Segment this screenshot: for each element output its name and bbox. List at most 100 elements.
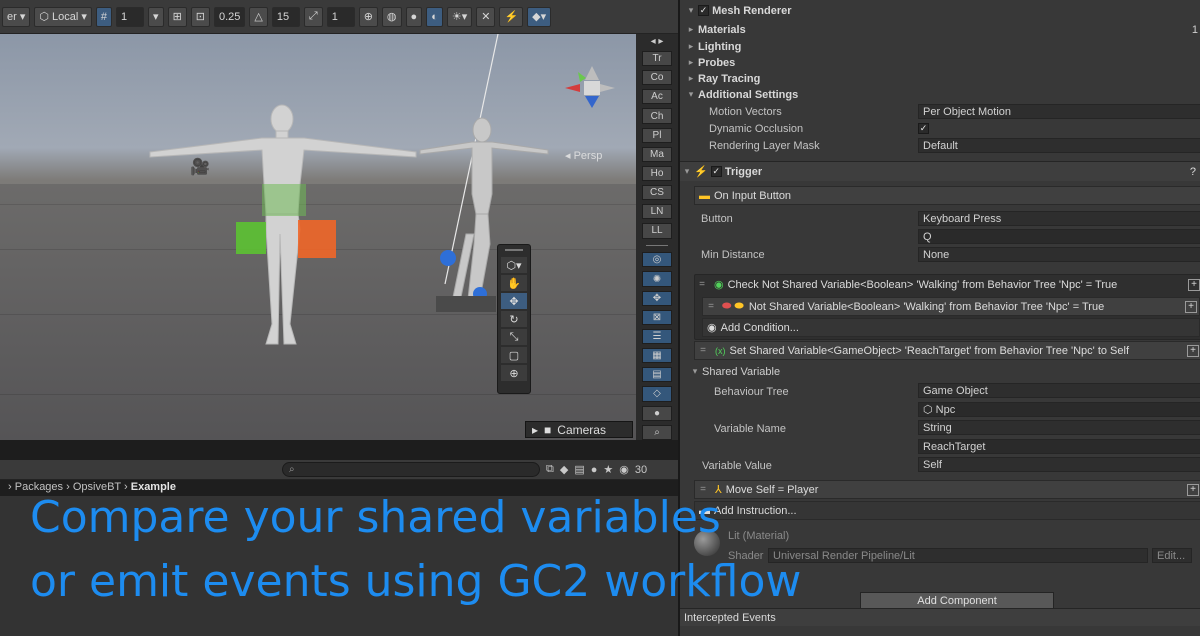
- persp-label[interactable]: ◂ Persp: [565, 149, 602, 162]
- add-icon[interactable]: +: [1188, 278, 1200, 291]
- effects-icon[interactable]: ✕: [476, 6, 496, 27]
- move-arrows-icon[interactable]: ✥: [642, 290, 672, 306]
- type-icon[interactable]: ▤: [574, 463, 584, 476]
- drag-handle[interactable]: [505, 249, 523, 251]
- add-component-button[interactable]: Add Component: [860, 592, 1054, 609]
- overlay-btn-ln[interactable]: LN: [642, 204, 672, 220]
- label-icon[interactable]: ◆: [560, 463, 568, 476]
- overlay-btn-pl[interactable]: Pl: [642, 127, 672, 143]
- add-icon[interactable]: +: [1187, 483, 1199, 496]
- set-variable-instruction[interactable]: = (x) Set Shared Variable<GameObject> 'R…: [694, 341, 1200, 360]
- add-icon[interactable]: +: [1187, 344, 1199, 357]
- lit-icon[interactable]: ◐: [426, 6, 443, 27]
- behaviour-tree-dropdown[interactable]: Game Object: [918, 383, 1200, 398]
- section-probes[interactable]: ▸ Probes: [680, 54, 1200, 71]
- warning-icon[interactable]: ●: [591, 464, 598, 476]
- overlay-btn-ma[interactable]: Ma: [642, 146, 672, 162]
- sliders-icon[interactable]: ☰: [642, 328, 672, 345]
- cube-icon: ⬡: [39, 11, 49, 23]
- grid-dropdown[interactable]: ▾: [148, 6, 164, 27]
- layers-icon[interactable]: ▤: [642, 367, 672, 383]
- condition-item[interactable]: = ⬬ ⬬ Not Shared Variable<Boolean> 'Walk…: [702, 297, 1200, 316]
- diamond-icon[interactable]: ◇: [642, 386, 672, 402]
- shared-variable-foldout[interactable]: ▾ Shared Variable: [680, 363, 1200, 380]
- scale-snap-value[interactable]: 1: [326, 6, 355, 27]
- section-lighting[interactable]: ▸ Lighting: [680, 38, 1200, 55]
- gizmos-icon[interactable]: ◆▾: [527, 6, 552, 27]
- dynamic-occlusion-checkbox[interactable]: ✓: [918, 123, 929, 134]
- drag-handle[interactable]: [646, 244, 668, 247]
- min-distance-dropdown[interactable]: None: [918, 247, 1200, 262]
- space-dropdown[interactable]: ⬡ Local ▾: [34, 6, 92, 27]
- grid-value[interactable]: 1: [116, 6, 145, 27]
- trigger-header[interactable]: ▾ ⚡ ✓ Trigger ?: [680, 161, 1200, 181]
- drag-handle-icon[interactable]: =: [695, 345, 711, 356]
- transform-icon[interactable]: ⊕: [501, 365, 527, 381]
- shaded-icon[interactable]: ●: [405, 6, 423, 27]
- hand-icon[interactable]: ✋: [501, 275, 527, 291]
- grid-pattern-icon[interactable]: ▦: [642, 348, 672, 364]
- magnify-icon[interactable]: ⌕: [642, 424, 672, 440]
- star-icon[interactable]: ★: [603, 463, 613, 476]
- overlay-btn-co[interactable]: Co: [642, 70, 672, 86]
- globe-icon[interactable]: ⊕: [358, 6, 378, 27]
- move-icon[interactable]: ✥: [501, 293, 527, 309]
- drag-handle-icon[interactable]: =: [694, 279, 710, 290]
- overlay-btn-ch[interactable]: Ch: [642, 108, 672, 124]
- toggle-off-icon[interactable]: ⬬: [719, 300, 734, 313]
- filter-icon[interactable]: ⧉: [546, 463, 554, 476]
- overlay-btn-cs[interactable]: CS: [642, 185, 672, 201]
- cameras-overlay[interactable]: ▸ ■ Cameras: [525, 421, 633, 438]
- event-selector[interactable]: ▬ On Input Button: [694, 186, 1200, 205]
- variable-name-field[interactable]: ReachTarget: [918, 439, 1200, 454]
- grid-toggle[interactable]: #: [95, 6, 113, 27]
- npc-object-field[interactable]: ⬡ Npc: [918, 402, 1200, 417]
- section-materials[interactable]: ▸ Materials 1: [680, 21, 1200, 38]
- project-search-input[interactable]: ⌕: [282, 462, 540, 477]
- shader-dropdown[interactable]: Universal Render Pipeline/Lit: [768, 548, 1148, 563]
- key-field[interactable]: Q: [918, 229, 1200, 244]
- help-icon[interactable]: ?: [1190, 166, 1196, 178]
- rotate-snap-icon[interactable]: △: [249, 6, 268, 27]
- cube-icon[interactable]: ⬡▾: [501, 257, 527, 273]
- condition-header[interactable]: = ◉ Check Not Shared Variable<Boolean> '…: [694, 275, 1200, 294]
- rotate-icon[interactable]: ↻: [501, 311, 527, 327]
- add-icon[interactable]: +: [1185, 300, 1197, 313]
- ball-icon[interactable]: ✺: [642, 271, 672, 287]
- circle-icon[interactable]: ●: [642, 405, 672, 421]
- section-additional-settings[interactable]: ▾ Additional Settings: [680, 86, 1200, 103]
- edit-shader-button[interactable]: Edit...: [1152, 548, 1192, 563]
- wireframe-icon[interactable]: ◍: [381, 6, 402, 27]
- pivot-dropdown[interactable]: er ▾: [2, 6, 31, 27]
- scene-viewport[interactable]: 🎥 ◂ Persp ⬡▾ ✋ ✥ ↻ ⤡ ▢ ⊕: [0, 34, 678, 440]
- trigger-enabled-checkbox[interactable]: ✓: [710, 166, 722, 177]
- overlay-btn-ac[interactable]: Ac: [642, 89, 672, 105]
- arrange-icon[interactable]: ⊠: [642, 309, 672, 325]
- shared-variable-label: Shared Variable: [702, 365, 781, 378]
- rotate-snap-value[interactable]: 15: [271, 6, 300, 27]
- overlay-nav-icon[interactable]: ◂ ▸: [651, 36, 664, 47]
- section-label: Lighting: [698, 40, 742, 53]
- rendering-layer-mask-dropdown[interactable]: Default: [918, 138, 1200, 153]
- variable-value-dropdown[interactable]: Self: [918, 457, 1200, 472]
- overlay-btn-tr[interactable]: Tr: [642, 51, 672, 67]
- mesh-renderer-header[interactable]: ▾ ✓ Mesh Renderer: [680, 2, 1200, 19]
- snap-icon[interactable]: ⊞: [167, 6, 187, 27]
- drag-handle-icon[interactable]: =: [703, 301, 719, 312]
- overlay-btn-ho[interactable]: Ho: [642, 165, 672, 182]
- compass-icon[interactable]: ◎: [642, 252, 672, 268]
- rect-icon[interactable]: ▢: [501, 347, 527, 363]
- lighting-icon[interactable]: ☀▾: [446, 6, 473, 27]
- variable-name-type-dropdown[interactable]: String: [918, 420, 1200, 435]
- snap-value[interactable]: 0.25: [214, 6, 246, 27]
- overlay-btn-ll[interactable]: LL: [642, 223, 672, 239]
- fx-toggle-icon[interactable]: ⚡: [499, 6, 524, 27]
- scale-icon[interactable]: ⤡: [501, 329, 527, 345]
- button-dropdown[interactable]: Keyboard Press: [918, 211, 1200, 226]
- scale-snap-icon[interactable]: ⤢: [303, 6, 323, 27]
- enabled-checkbox[interactable]: ✓: [698, 5, 709, 16]
- add-condition-button[interactable]: ◉ Add Condition...: [702, 318, 1200, 337]
- increment-snap-icon[interactable]: ⊡: [190, 6, 210, 27]
- motion-vectors-dropdown[interactable]: Per Object Motion: [918, 104, 1200, 119]
- section-ray-tracing[interactable]: ▸ Ray Tracing: [680, 70, 1200, 87]
